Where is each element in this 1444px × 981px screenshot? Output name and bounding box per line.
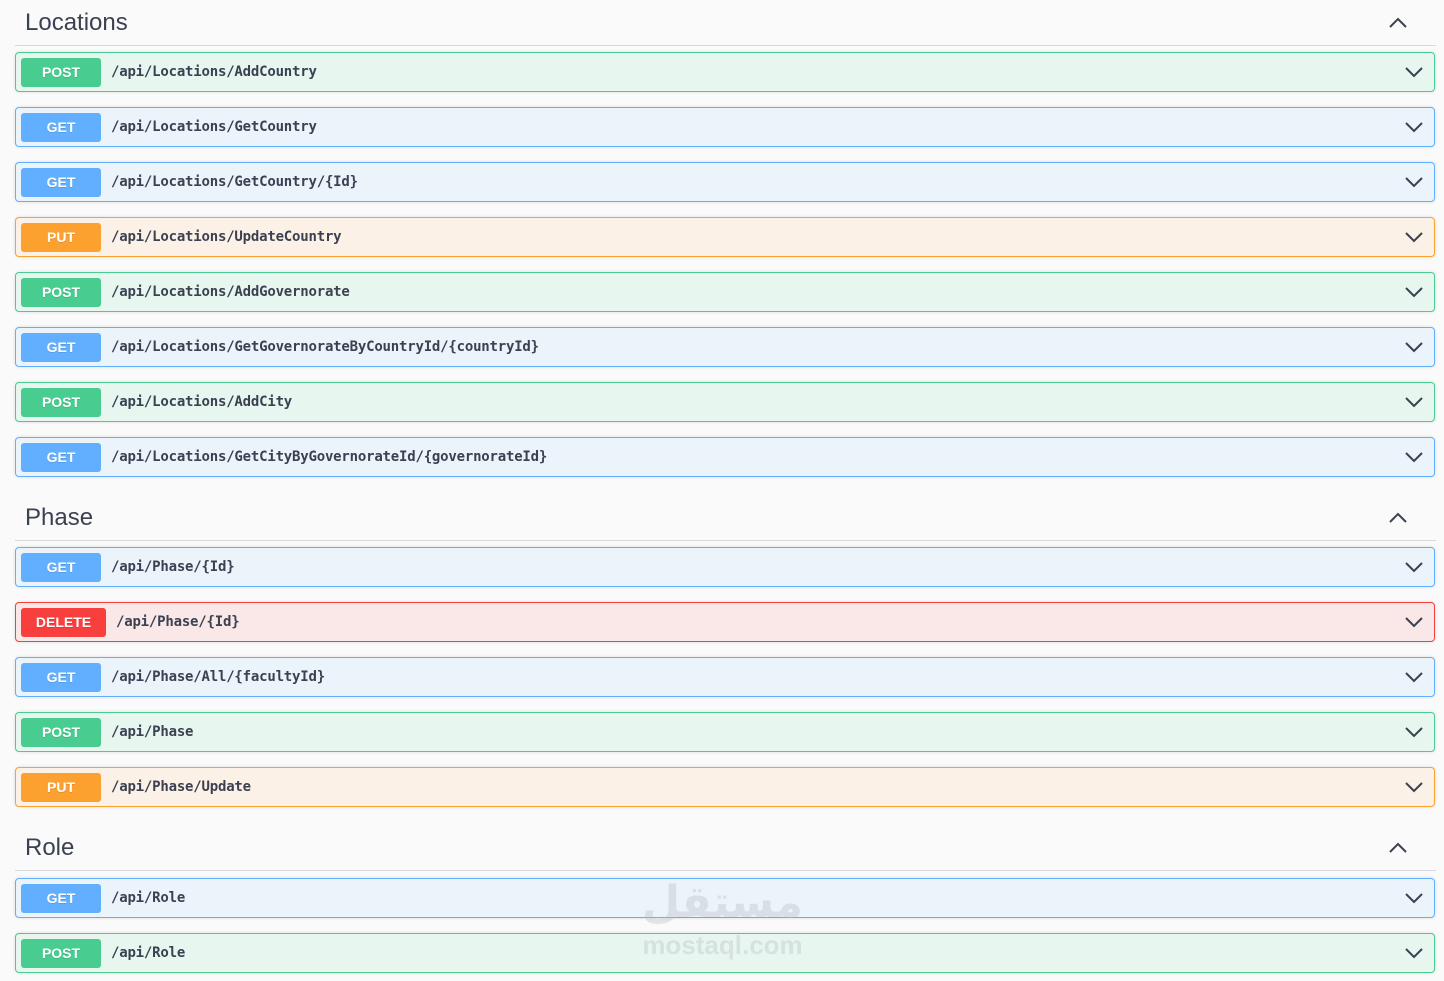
method-badge: POST [21, 938, 101, 968]
operation-path: /api/Locations/GetGovernorateByCountryId… [111, 339, 539, 355]
chevron-up-icon[interactable] [1380, 5, 1416, 41]
method-badge: POST [21, 387, 101, 417]
section-title: Phase [25, 503, 94, 531]
method-badge: POST [21, 717, 101, 747]
method-badge: POST [21, 277, 101, 307]
chevron-down-icon[interactable] [1394, 768, 1434, 806]
chevron-down-icon[interactable] [1394, 879, 1434, 917]
operation-row[interactable]: POST /api/Locations/AddCountry [15, 52, 1435, 92]
chevron-down-icon[interactable] [1394, 108, 1434, 146]
operation-path: /api/Role [111, 890, 186, 906]
operation-path: /api/Locations/AddGovernorate [111, 284, 350, 300]
operation-row[interactable]: DELETE /api/Phase/{Id} [15, 602, 1435, 642]
method-badge: GET [21, 552, 101, 582]
chevron-down-icon[interactable] [1394, 713, 1434, 751]
method-badge: GET [21, 332, 101, 362]
chevron-down-icon[interactable] [1394, 328, 1434, 366]
operation-path: /api/Locations/AddCity [111, 394, 293, 410]
operation-row[interactable]: POST /api/Locations/AddCity [15, 382, 1435, 422]
chevron-down-icon[interactable] [1394, 603, 1434, 641]
chevron-down-icon[interactable] [1394, 658, 1434, 696]
operation-row[interactable]: GET /api/Locations/GetCityByGovernorateI… [15, 437, 1435, 477]
chevron-down-icon[interactable] [1394, 548, 1434, 586]
chevron-down-icon[interactable] [1394, 383, 1434, 421]
operation-row[interactable]: GET /api/Role [15, 878, 1435, 918]
operation-path: /api/Phase/All/{facultyId} [111, 669, 325, 685]
method-badge: GET [21, 112, 101, 142]
method-badge: PUT [21, 222, 101, 252]
operation-path: /api/Locations/UpdateCountry [111, 229, 342, 245]
operation-row[interactable]: POST /api/Phase [15, 712, 1435, 752]
operation-row[interactable]: GET /api/Phase/All/{facultyId} [15, 657, 1435, 697]
section-header-phase[interactable]: Phase [15, 495, 1436, 541]
operation-row[interactable]: GET /api/Phase/{Id} [15, 547, 1435, 587]
method-badge: GET [21, 662, 101, 692]
operation-row[interactable]: PUT /api/Phase/Update [15, 767, 1435, 807]
section-title: Role [25, 833, 75, 861]
method-badge: GET [21, 167, 101, 197]
operation-path: /api/Phase/{Id} [111, 559, 235, 575]
chevron-up-icon[interactable] [1380, 500, 1416, 536]
operation-row[interactable]: POST /api/Locations/AddGovernorate [15, 272, 1435, 312]
operation-path: /api/Locations/AddCountry [111, 64, 317, 80]
operation-path: /api/Locations/GetCountry/{Id} [111, 174, 358, 190]
operation-row[interactable]: GET /api/Locations/GetCountry [15, 107, 1435, 147]
operation-path: /api/Phase [111, 724, 194, 740]
section-header-locations[interactable]: Locations [15, 0, 1436, 46]
method-badge: POST [21, 57, 101, 87]
operation-path: /api/Role [111, 945, 186, 961]
operation-path: /api/Locations/GetCityByGovernorateId/{g… [111, 449, 548, 465]
operation-row[interactable]: PUT /api/Locations/UpdateCountry [15, 217, 1435, 257]
chevron-down-icon[interactable] [1394, 53, 1434, 91]
operation-path: /api/Locations/GetCountry [111, 119, 317, 135]
chevron-down-icon[interactable] [1394, 218, 1434, 256]
section-header-role[interactable]: Role [15, 825, 1436, 871]
chevron-down-icon[interactable] [1394, 163, 1434, 201]
operation-row[interactable]: GET /api/Locations/GetCountry/{Id} [15, 162, 1435, 202]
chevron-up-icon[interactable] [1380, 830, 1416, 866]
operation-row[interactable]: POST /api/Role [15, 933, 1435, 973]
operation-path: /api/Phase/{Id} [116, 614, 240, 630]
section-title: Locations [25, 8, 128, 36]
chevron-down-icon[interactable] [1394, 273, 1434, 311]
method-badge: PUT [21, 772, 101, 802]
chevron-down-icon[interactable] [1394, 438, 1434, 476]
operation-row[interactable]: GET /api/Locations/GetGovernorateByCount… [15, 327, 1435, 367]
operation-path: /api/Phase/Update [111, 779, 251, 795]
method-badge: DELETE [21, 607, 106, 637]
method-badge: GET [21, 442, 101, 472]
method-badge: GET [21, 883, 101, 913]
chevron-down-icon[interactable] [1394, 934, 1434, 972]
